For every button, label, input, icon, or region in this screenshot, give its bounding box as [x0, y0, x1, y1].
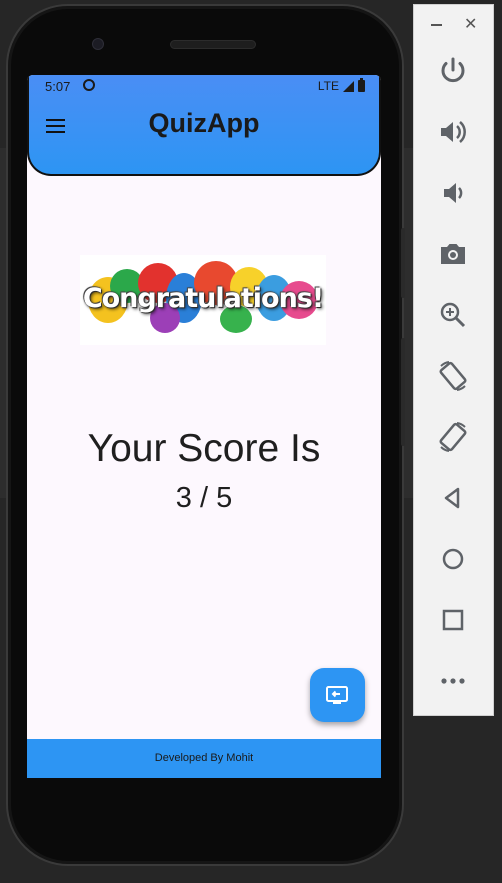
app-bar: 5:07 LTE QuizApp [27, 75, 381, 176]
front-camera [92, 38, 104, 50]
rotate-right-icon[interactable] [435, 419, 471, 455]
status-bar: 5:07 LTE [45, 78, 365, 94]
device-screen: 5:07 LTE QuizApp Congratulations! Your S… [27, 75, 381, 778]
close-icon[interactable]: ✕ [464, 17, 477, 33]
restart-icon [326, 686, 348, 704]
footer: Developed By Mohit [27, 739, 381, 778]
status-time: 5:07 [45, 79, 71, 94]
phone-volume-button [401, 338, 405, 446]
volume-up-icon[interactable] [435, 114, 471, 150]
power-icon[interactable] [435, 53, 471, 89]
score-heading: Your Score Is [87, 427, 321, 470]
home-icon[interactable] [435, 541, 471, 577]
footer-text: Developed By Mohit [154, 752, 254, 764]
app-title: QuizApp [148, 108, 260, 138]
zoom-icon[interactable] [435, 297, 471, 333]
battery-icon [358, 78, 365, 92]
signal-icon [343, 80, 354, 92]
status-indicators: LTE [317, 78, 365, 93]
overview-icon[interactable] [435, 602, 471, 638]
score-value: 3 / 5 [175, 482, 233, 514]
phone-power-button [401, 228, 405, 298]
emulator-control-panel: ✕ [413, 4, 494, 716]
restart-quiz-button[interactable] [310, 668, 365, 722]
rotate-left-icon[interactable] [435, 358, 471, 394]
volume-down-icon[interactable] [435, 175, 471, 211]
congratulations-banner: Congratulations! [80, 255, 326, 345]
network-type: LTE [317, 79, 339, 93]
earpiece-speaker [170, 40, 256, 49]
ide-background-strip [404, 148, 413, 498]
banner-text: Congratulations! [82, 283, 324, 314]
back-icon[interactable] [435, 480, 471, 516]
panel-window-controls: ✕ [414, 15, 493, 35]
camera-icon[interactable] [435, 236, 471, 272]
sync-icon [83, 79, 95, 91]
more-icon[interactable] [435, 663, 471, 699]
minimize-icon[interactable] [431, 24, 442, 26]
